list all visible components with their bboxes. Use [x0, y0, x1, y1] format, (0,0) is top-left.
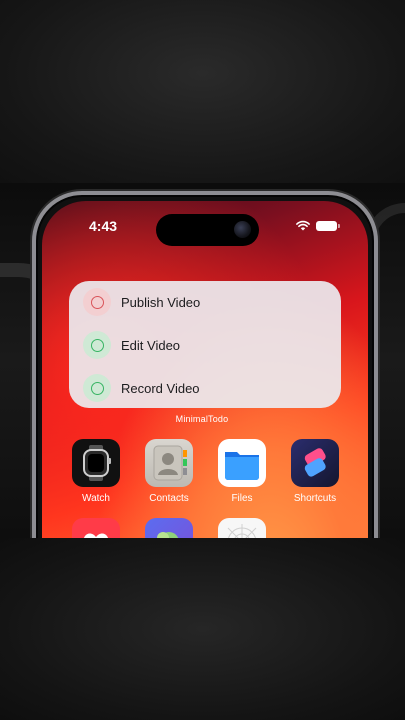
checkbox-circle-icon[interactable] [83, 331, 111, 359]
home-screen: 4:43 Publish Video Edit Video Record Vid… [42, 201, 368, 538]
video-frame: 4:43 Publish Video Edit Video Record Vid… [0, 183, 405, 538]
checkbox-circle-icon[interactable] [83, 374, 111, 402]
app-contacts[interactable]: Contacts [137, 439, 201, 504]
app-health[interactable] [64, 518, 128, 538]
checkbox-circle-icon[interactable] [83, 288, 111, 316]
app-label: Files [231, 493, 253, 504]
todo-item-label: Edit Video [121, 337, 181, 353]
battery-icon [316, 220, 340, 231]
camera-icon [234, 221, 251, 238]
watch-icon [72, 439, 120, 487]
background-top [0, 0, 405, 183]
todo-item-label: Publish Video [121, 294, 201, 310]
todo-item[interactable]: Publish Video [83, 288, 200, 316]
contacts-icon [145, 439, 193, 487]
shortcuts-icon [291, 439, 339, 487]
background-bottom [0, 538, 405, 720]
todo-item[interactable]: Edit Video [83, 331, 180, 359]
app-shortcuts[interactable]: Shortcuts [283, 439, 347, 504]
widget-app-name: MinimalTodo [175, 414, 229, 424]
freeform-icon [218, 518, 266, 538]
todo-item[interactable]: Record Video [83, 374, 200, 402]
app-watch[interactable]: Watch [64, 439, 128, 504]
files-icon [218, 439, 266, 487]
gallery-icon [145, 518, 193, 538]
todo-item-label: Record Video [121, 380, 200, 396]
phone-frame: 4:43 Publish Video Edit Video Record Vid… [32, 191, 378, 538]
status-icons [296, 220, 340, 231]
app-files[interactable]: Files [210, 439, 274, 504]
app-gallery[interactable] [137, 518, 201, 538]
todo-widget[interactable]: Publish Video Edit Video Record Video [69, 281, 341, 408]
dynamic-island [156, 214, 259, 246]
app-label: Contacts [149, 493, 189, 504]
status-time: 4:43 [89, 218, 118, 234]
app-label: Shortcuts [293, 493, 337, 504]
health-icon [72, 518, 120, 538]
app-freeform[interactable] [210, 518, 274, 538]
app-label: Watch [82, 493, 110, 504]
wifi-icon [296, 220, 310, 231]
